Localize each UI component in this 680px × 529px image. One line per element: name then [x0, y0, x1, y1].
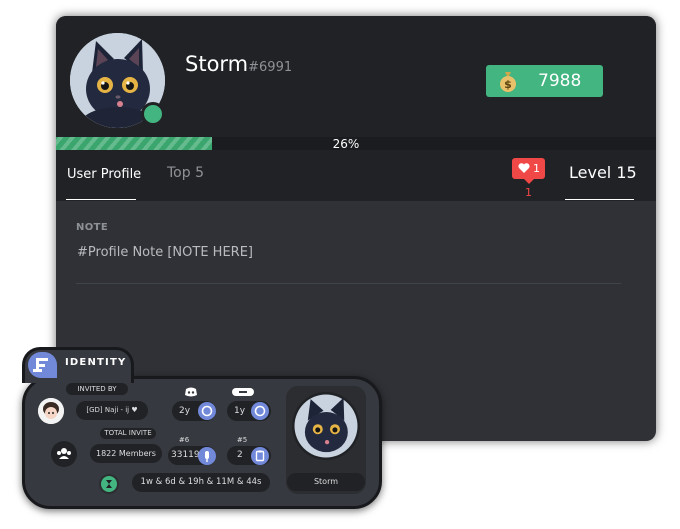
profile-tabs: User Profile Top 5 1 1 Level 15 [56, 150, 656, 201]
coins-badge: $ 7988 [486, 65, 603, 97]
hourglass-icon [106, 480, 112, 488]
messages-count-text: 33119 [171, 450, 200, 460]
discriminator: #6991 [248, 60, 293, 75]
invited-by-label: INVITED BY [66, 383, 128, 395]
total-invite-value: 1822 Members [90, 444, 162, 463]
xp-percent: 26% [332, 137, 360, 151]
coins-value: 7988 [538, 71, 582, 91]
voice-count-text: 2 [237, 450, 243, 460]
discord-age-text: 2y [179, 406, 191, 416]
username-text: Storm [185, 52, 249, 76]
tab-top-5[interactable]: Top 5 [167, 165, 204, 181]
reputation-count: 1 [525, 186, 532, 199]
voice-rank: #5 [236, 436, 248, 444]
inviter-avatar [38, 398, 64, 424]
members-icon [51, 441, 77, 467]
clipboard-icon [251, 447, 269, 465]
level-underline [565, 199, 634, 200]
discord-age-clock-icon [198, 402, 216, 420]
discord-icon [185, 387, 197, 397]
microphone-icon [198, 447, 216, 465]
tab-user-profile[interactable]: User Profile [67, 167, 141, 182]
invited-by-value: [GD] Naji - ij ♥ [76, 401, 148, 420]
identity-avatar [292, 392, 360, 460]
server-age-text: 1y [234, 406, 246, 416]
note-label: NOTE [76, 222, 109, 233]
identity-cat-avatar-image [294, 394, 358, 458]
note-divider [76, 283, 621, 284]
timer-icon-wrap [99, 474, 119, 494]
svg-text:$: $ [504, 78, 512, 91]
server-age-clock-icon [251, 402, 269, 420]
username: Storm#6991 [185, 52, 292, 76]
level-label: Level 15 [569, 163, 637, 182]
heart-icon [518, 163, 530, 173]
identity-title: IDENTITY [65, 357, 127, 368]
inviter-avatar-image [38, 398, 64, 424]
identity-icon [28, 352, 57, 378]
total-invite-label: TOTAL INVITE [100, 428, 156, 439]
identity-avatar-name: Storm [287, 473, 365, 491]
reputation-badge-tip [524, 179, 534, 184]
money-bag-icon: $ [500, 72, 516, 92]
voice-time: 1w & 6d & 19h & 11M & 44s [132, 473, 270, 492]
server-icon [232, 388, 254, 396]
active-tab-underline [66, 199, 136, 200]
profile-header: Storm#6991 $ 7988 [56, 16, 656, 137]
group-icon [57, 448, 71, 459]
reputation-badge-count: 1 [533, 162, 540, 175]
note-text: #Profile Note [NOTE HERE] [77, 245, 253, 260]
online-status-indicator [141, 102, 165, 126]
reputation-badge[interactable]: 1 [512, 158, 545, 179]
messages-rank: #6 [178, 436, 190, 444]
